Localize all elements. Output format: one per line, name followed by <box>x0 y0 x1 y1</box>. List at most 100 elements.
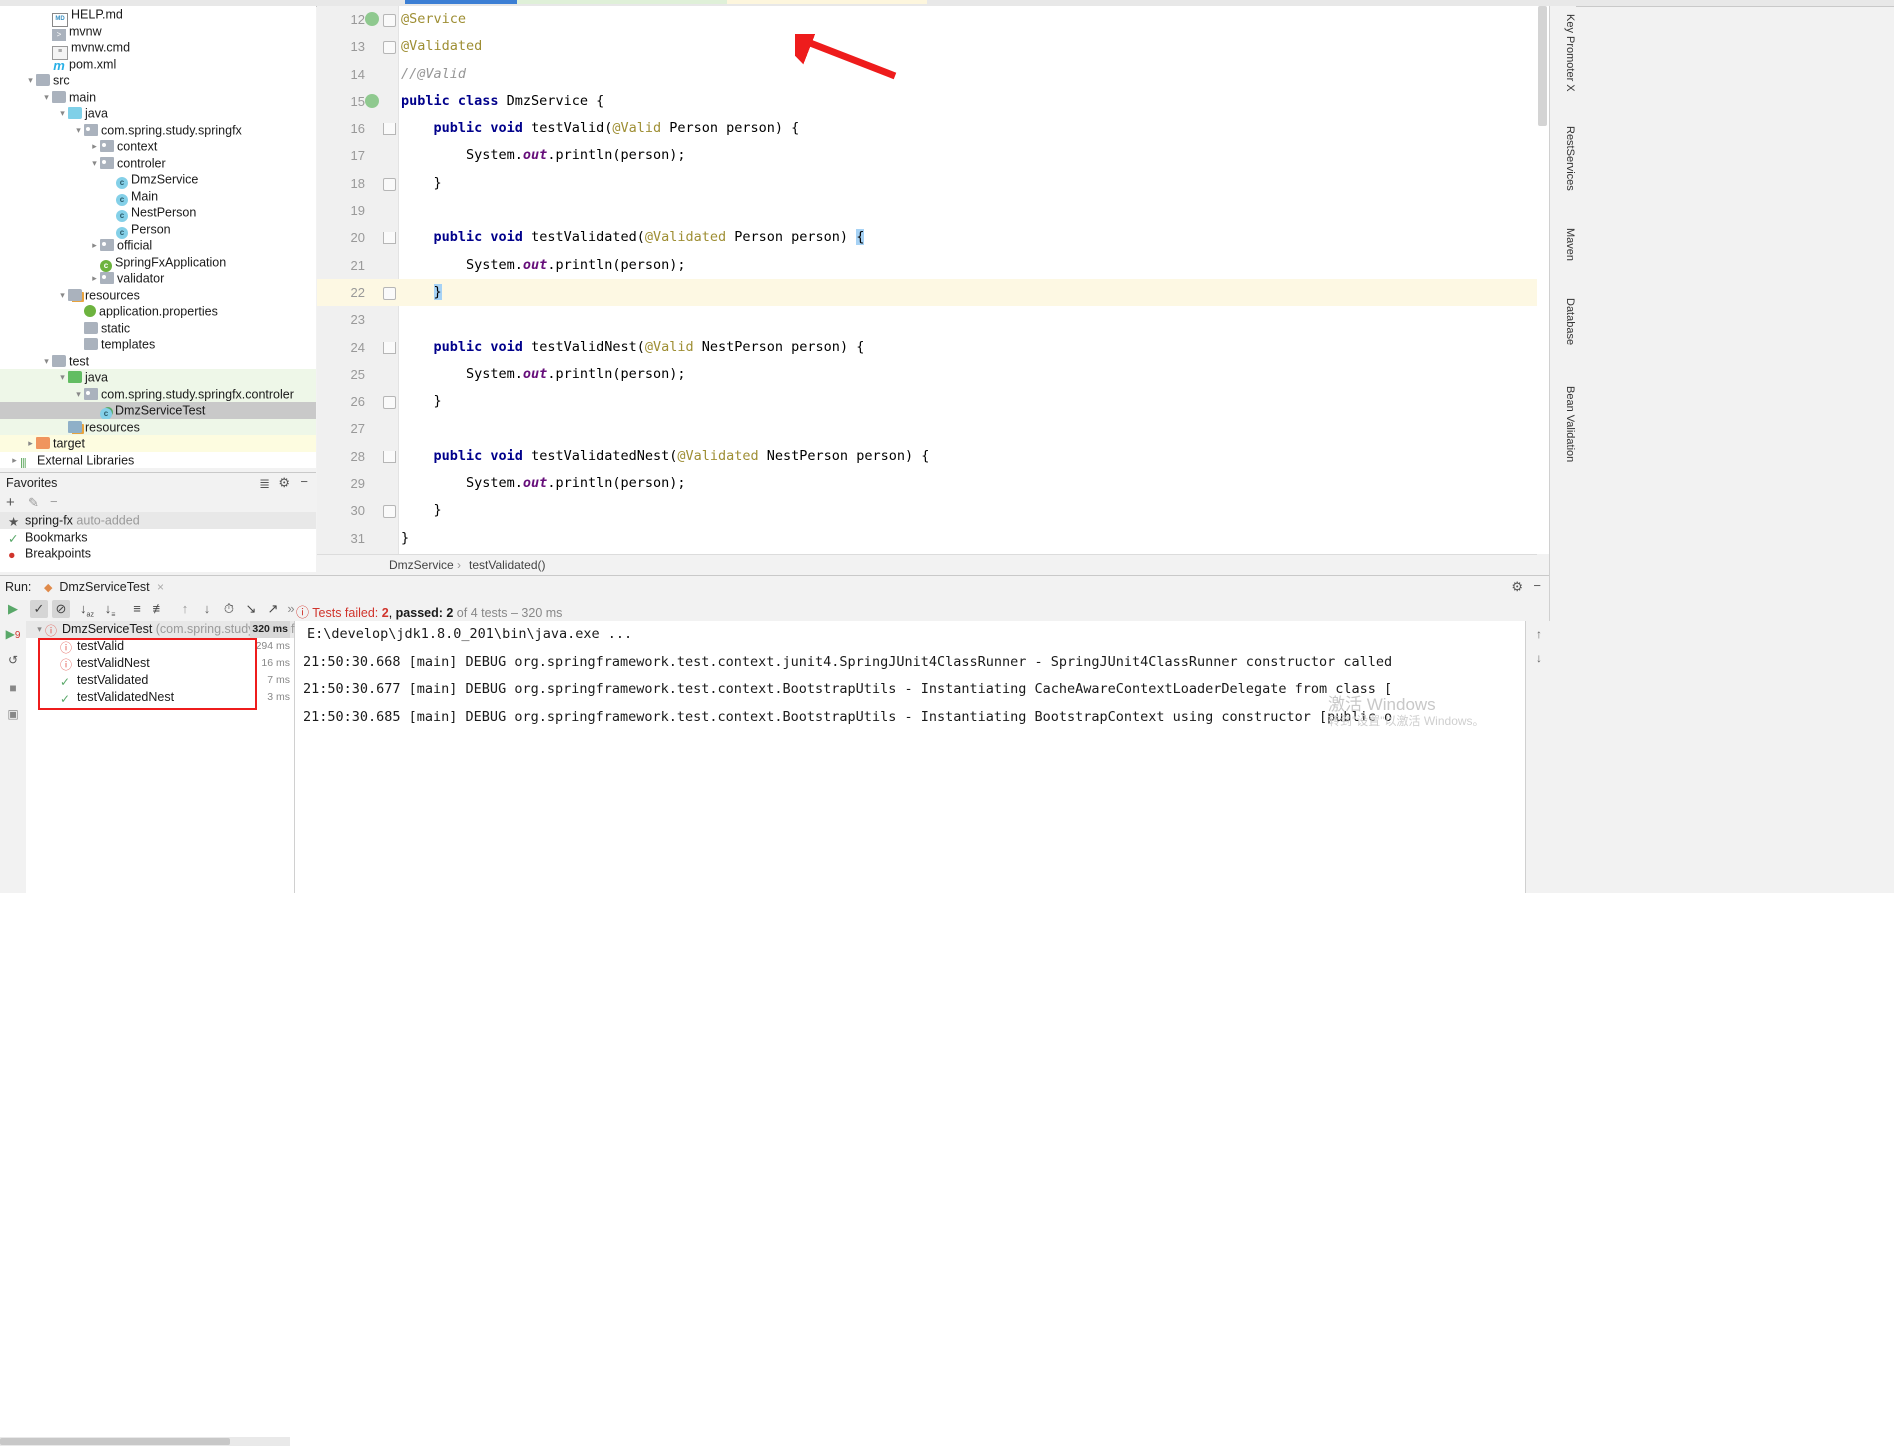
code-line[interactable]: 24 public void testValidNest(@Valid Nest… <box>317 334 1537 361</box>
right-tool-window-bar[interactable]: Key Promoter X RestServices Maven Database B… <box>1549 6 1576 887</box>
project-tree-item[interactable]: resources <box>0 418 316 435</box>
fold-region-icon[interactable] <box>383 123 396 136</box>
code-line[interactable]: 12 @Service <box>317 6 1537 33</box>
hide-icon[interactable]: − <box>300 474 308 489</box>
run-tool-window[interactable]: Run: ◆ DmzServiceTest × ⚙ − ▶ ✓ ⊘ ↓az ↓≡… <box>0 575 1550 1446</box>
project-tree-item[interactable]: static <box>0 320 316 337</box>
dump-threads-icon[interactable]: ▣ <box>4 705 22 723</box>
scroll-up-icon[interactable]: ↑ <box>1530 625 1548 643</box>
hscroll-thumb[interactable] <box>0 1438 230 1445</box>
right-tool-tab-database[interactable]: Database <box>1550 294 1576 374</box>
editor-scrollbar[interactable] <box>1537 6 1549 554</box>
rerun-failed-icon[interactable]: ↺ <box>4 651 22 669</box>
export-results-icon[interactable]: ↗ <box>264 600 282 618</box>
project-tree-item[interactable]: ▾ src <box>0 72 316 89</box>
collapse-all-icon[interactable]: ≢ <box>150 600 168 618</box>
rerun-green-icon[interactable]: ▶9 <box>4 625 22 643</box>
chevron-right-icon[interactable]: ▸ <box>9 452 20 468</box>
rerun-icon[interactable]: ▶ <box>4 600 22 618</box>
code-line[interactable]: 16 public void testValid(@Valid Person p… <box>317 115 1537 142</box>
test-result-row[interactable]: ▾ ⓘ DmzServiceTest (com.spring.study.sprin… <box>26 621 294 638</box>
project-tree-item[interactable]: c DmzServiceTest <box>0 402 316 420</box>
code-editor[interactable]: 12 @Service 13 @Validated 14 //@Valid 15 public… <box>317 6 1537 554</box>
project-tree-item[interactable]: ▸ official <box>0 237 316 254</box>
fold-collapse-icon[interactable] <box>383 396 396 410</box>
fold-region-icon[interactable] <box>383 341 396 354</box>
project-tree-item[interactable]: ▾ controler <box>0 155 316 172</box>
edit-pencil-icon[interactable]: ✎ <box>28 495 39 511</box>
expand-all-icon[interactable]: ≡ <box>128 600 146 618</box>
chevron-right-icon[interactable]: ▸ <box>89 270 100 287</box>
chevron-down-icon[interactable]: ▾ <box>57 105 68 122</box>
chevron-down-icon[interactable]: ▾ <box>41 89 52 106</box>
code-lines[interactable]: 12 @Service 13 @Validated 14 //@Valid 15 public… <box>317 6 1537 554</box>
project-tree-item[interactable]: ▸ context <box>0 138 316 155</box>
breadcrumb[interactable]: DmzService › testValidated() <box>317 554 1537 575</box>
code-line[interactable]: 23 <box>317 306 1537 333</box>
chevron-down-icon[interactable]: ▾ <box>89 155 100 172</box>
test-result-row[interactable]: ⓘ testValidNest 16 ms <box>26 655 294 672</box>
fold-collapse-icon[interactable] <box>383 41 396 55</box>
project-tree-item[interactable]: ▾ java <box>0 369 316 386</box>
project-tree-item[interactable]: ▾ main <box>0 89 316 106</box>
project-tree-item[interactable]: c DmzService <box>0 171 316 189</box>
remove-favorite-button[interactable]: − <box>50 494 58 509</box>
console-right-rail[interactable]: ↑ ↓ <box>1525 621 1550 893</box>
right-tool-tab-bean-validation[interactable]: Bean Validation <box>1550 382 1576 486</box>
project-tree-item[interactable]: c NestPerson <box>0 204 316 222</box>
project-tree-item[interactable]: MD HELP.md <box>0 6 316 27</box>
sort-by-duration-icon[interactable]: ↓≡ <box>101 600 119 619</box>
code-line[interactable]: 15 public class DmzService { <box>317 88 1537 115</box>
gear-icon[interactable]: ⚙ <box>278 475 290 491</box>
history-icon[interactable]: ⏱ <box>220 600 238 618</box>
console-output[interactable]: E:\develop\jdk1.8.0_201\bin\java.exe ...… <box>295 621 1525 893</box>
chevron-right-icon[interactable]: ▸ <box>25 435 36 452</box>
favorites-list-item[interactable]: ★ spring-fx auto-added <box>0 512 316 529</box>
right-tool-tab-restservices[interactable]: RestServices <box>1550 122 1576 216</box>
project-tree-item[interactable]: c SpringFxApplication <box>0 254 316 272</box>
code-line[interactable]: 18 } <box>317 170 1537 197</box>
code-line[interactable]: 28 public void testValidatedNest(@Valida… <box>317 443 1537 470</box>
code-line[interactable]: 19 <box>317 197 1537 224</box>
fold-region-icon[interactable] <box>383 232 396 245</box>
collapse-icon[interactable]: ≣ <box>259 476 270 492</box>
chevron-down-icon[interactable]: ▾ <box>34 621 45 638</box>
project-tree-item[interactable]: ▸ target <box>0 435 316 452</box>
stop-icon[interactable]: ■ <box>4 679 22 697</box>
code-line[interactable]: 22 } <box>317 278 1537 307</box>
show-passed-icon[interactable]: ✓ <box>30 600 48 618</box>
chevron-right-icon[interactable]: ▸ <box>89 237 100 254</box>
right-tool-tab-maven[interactable]: Maven <box>1550 224 1576 286</box>
spring-bean-icon[interactable] <box>365 93 379 108</box>
project-tree[interactable]: MD HELP.md > mvnw ≡ mvnw.cmd m pom.xml ▾ src ▾ main… <box>0 6 316 468</box>
project-tree-item[interactable]: ▸ ||| External Libraries <box>0 452 316 468</box>
project-tree-item[interactable]: ▾ test <box>0 353 316 370</box>
breadcrumb-class[interactable]: DmzService <box>389 558 454 572</box>
project-tree-item[interactable]: ▸ validator <box>0 270 316 287</box>
project-tree-item[interactable]: > mvnw <box>0 23 316 41</box>
project-tree-item[interactable]: application.properties <box>0 303 316 320</box>
breadcrumb-method[interactable]: testValidated() <box>469 558 545 572</box>
prev-failed-icon[interactable]: ↑ <box>176 600 194 618</box>
chevron-down-icon[interactable]: ▾ <box>73 386 84 403</box>
favorites-list[interactable]: ★ spring-fx auto-added ✓ Bookmarks ● Breakpoi… <box>0 512 316 572</box>
chevron-down-icon[interactable]: ▾ <box>41 353 52 370</box>
test-result-row[interactable]: ✓ testValidatedNest 3 ms <box>26 689 294 706</box>
run-left-rail[interactable]: ▶9 ↺ ■ ▣ <box>0 621 27 893</box>
fold-collapse-icon[interactable] <box>383 505 396 519</box>
fold-region-icon[interactable] <box>383 450 396 463</box>
hide-ignored-icon[interactable]: ⊘ <box>52 600 70 618</box>
run-tab-dmzservicetest[interactable]: ◆ DmzServiceTest × <box>38 577 170 599</box>
fold-collapse-icon[interactable] <box>383 286 396 300</box>
next-failed-icon[interactable]: ↓ <box>198 600 216 618</box>
code-line[interactable]: 14 //@Valid <box>317 61 1537 88</box>
code-line[interactable]: 27 <box>317 415 1537 442</box>
test-result-row[interactable]: ⓘ testValid 294 ms <box>26 638 294 655</box>
scrollbar-thumb[interactable] <box>1538 6 1547 126</box>
code-line[interactable]: 20 public void testValidated(@Validated … <box>317 224 1537 251</box>
import-results-icon[interactable]: ↘ <box>242 600 260 618</box>
fold-collapse-icon[interactable] <box>383 177 396 191</box>
test-result-row[interactable]: ✓ testValidated 7 ms <box>26 672 294 689</box>
code-line[interactable]: 29 System.out.println(person); <box>317 470 1537 497</box>
favorites-list-item[interactable]: ● Breakpoints <box>0 545 316 562</box>
